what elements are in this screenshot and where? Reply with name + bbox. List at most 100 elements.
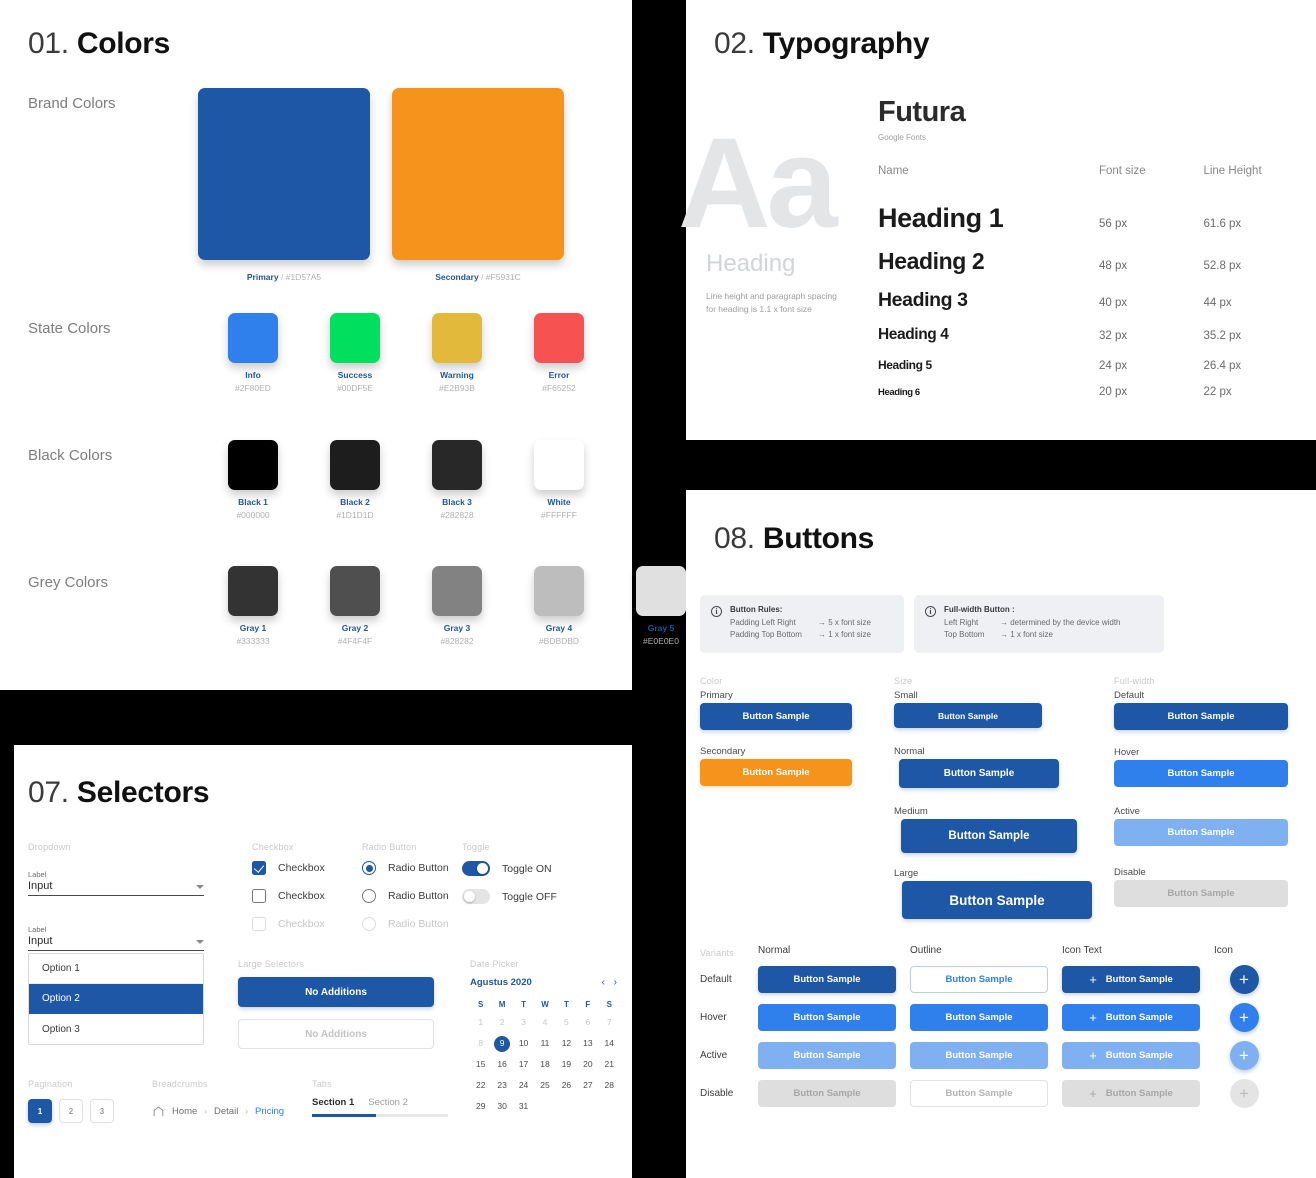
- color-swatch[interactable]: Primary / #1D57A5: [198, 88, 370, 285]
- calendar-day[interactable]: 30: [491, 1098, 512, 1115]
- breadcrumb-item[interactable]: Pricing: [255, 1106, 284, 1117]
- color-swatch[interactable]: Gray 1 #333333: [202, 566, 304, 646]
- calendar-day[interactable]: 29: [470, 1098, 491, 1115]
- dropdown-control[interactable]: Input: [28, 880, 204, 896]
- calendar-day[interactable]: 12: [556, 1035, 577, 1052]
- dropdown-option-list[interactable]: Option 1 Option 2 Option 3: [28, 953, 204, 1045]
- plus-icon-button[interactable]: +: [1229, 1003, 1259, 1032]
- color-swatch[interactable]: Black 2 #1D1D1D: [304, 440, 406, 520]
- button-sample[interactable]: Button Sample: [1114, 880, 1288, 907]
- button-sample[interactable]: Button Sample: [700, 759, 852, 786]
- color-swatch[interactable]: Black 3 #282828: [406, 440, 508, 520]
- button-sample[interactable]: Button Sample: [1114, 760, 1288, 787]
- color-swatch[interactable]: Success #00DF5E: [304, 313, 406, 393]
- next-month-button[interactable]: ›: [611, 977, 620, 988]
- calendar-day[interactable]: 20: [577, 1056, 598, 1073]
- calendar-day[interactable]: 2: [491, 1014, 512, 1031]
- checkbox-row[interactable]: Checkbox: [252, 889, 325, 903]
- checkbox-row[interactable]: Checkbox: [252, 917, 325, 931]
- calendar-day[interactable]: 15: [470, 1056, 491, 1073]
- button-sample[interactable]: Button Sample: [758, 1080, 896, 1107]
- large-selector[interactable]: No Additions: [238, 1019, 434, 1049]
- tab-item[interactable]: Section 2: [368, 1097, 408, 1108]
- radio-input[interactable]: [362, 889, 376, 903]
- button-sample[interactable]: Button Sample: [758, 966, 896, 993]
- plus-icon-button[interactable]: +: [1229, 965, 1259, 994]
- calendar-day[interactable]: 4: [534, 1014, 555, 1031]
- calendar-day[interactable]: 25: [534, 1077, 555, 1094]
- color-swatch[interactable]: White #FFFFFF: [508, 440, 610, 520]
- toggle-switch[interactable]: [462, 861, 490, 876]
- checkbox-input[interactable]: [252, 889, 266, 903]
- calendar-day[interactable]: 28: [599, 1077, 620, 1094]
- pagination-item[interactable]: 1: [28, 1099, 52, 1123]
- button-sample[interactable]: + Button Sample: [1062, 966, 1200, 993]
- prev-month-button[interactable]: ‹: [599, 977, 608, 988]
- dropdown-option[interactable]: Option 3: [29, 1014, 203, 1044]
- date-picker[interactable]: Agustus 2020 ‹ › SMTWTFS 1 2 3 4 5 6 7 8 9 10 11 12…: [470, 977, 620, 1115]
- checkbox-input[interactable]: [252, 861, 266, 875]
- calendar-day[interactable]: 18: [534, 1056, 555, 1073]
- calendar-day[interactable]: 13: [577, 1035, 598, 1052]
- home-icon[interactable]: [152, 1105, 165, 1118]
- radio-row[interactable]: Radio Button: [362, 889, 449, 903]
- button-sample[interactable]: Button Sample: [1114, 703, 1288, 730]
- button-sample[interactable]: Button Sample: [910, 1080, 1048, 1107]
- button-sample[interactable]: + Button Sample: [1062, 1004, 1200, 1031]
- button-sample[interactable]: Button Sample: [894, 703, 1042, 728]
- toggle-row[interactable]: Toggle ON: [462, 861, 557, 876]
- color-swatch[interactable]: Gray 2 #4F4F4F: [304, 566, 406, 646]
- calendar-day[interactable]: 11: [534, 1035, 555, 1052]
- button-sample[interactable]: Button Sample: [700, 703, 852, 730]
- toggle-row[interactable]: Toggle OFF: [462, 889, 557, 904]
- calendar-day[interactable]: 21: [599, 1056, 620, 1073]
- breadcrumb-item[interactable]: Home: [172, 1106, 197, 1117]
- button-sample[interactable]: Button Sample: [758, 1042, 896, 1069]
- large-selector[interactable]: No Additions: [238, 977, 434, 1007]
- calendar-day[interactable]: 22: [470, 1077, 491, 1094]
- checkbox-row[interactable]: Checkbox: [252, 861, 325, 875]
- dropdown-field[interactable]: Label Input: [28, 925, 204, 951]
- calendar-day[interactable]: 3: [513, 1014, 534, 1031]
- breadcrumb-item[interactable]: Detail: [214, 1106, 238, 1117]
- calendar-day[interactable]: 5: [556, 1014, 577, 1031]
- pagination-item[interactable]: 3: [90, 1099, 114, 1123]
- button-sample[interactable]: Button Sample: [901, 819, 1077, 853]
- button-sample[interactable]: + Button Sample: [1062, 1042, 1200, 1069]
- button-sample[interactable]: Button Sample: [899, 759, 1059, 788]
- dropdown-option[interactable]: Option 2: [29, 984, 203, 1014]
- color-swatch[interactable]: Error #F65252: [508, 313, 610, 393]
- color-swatch[interactable]: Gray 3 #828282: [406, 566, 508, 646]
- button-sample[interactable]: Button Sample: [910, 966, 1048, 993]
- button-sample[interactable]: Button Sample: [758, 1004, 896, 1031]
- calendar-day[interactable]: 9: [491, 1035, 512, 1052]
- pagination-item[interactable]: 2: [59, 1099, 83, 1123]
- calendar-day[interactable]: 24: [513, 1077, 534, 1094]
- dropdown-option[interactable]: Option 1: [29, 954, 203, 984]
- calendar-day[interactable]: 31: [513, 1098, 534, 1115]
- color-swatch[interactable]: Warning #E2B93B: [406, 313, 508, 393]
- calendar-day[interactable]: 10: [513, 1035, 534, 1052]
- button-sample[interactable]: Button Sample: [1114, 819, 1288, 846]
- button-sample[interactable]: Button Sample: [910, 1004, 1048, 1031]
- dropdown-field[interactable]: Label Input: [28, 870, 204, 896]
- button-sample[interactable]: Button Sample: [910, 1042, 1048, 1069]
- button-sample[interactable]: + Button Sample: [1062, 1080, 1200, 1107]
- calendar-day[interactable]: 14: [599, 1035, 620, 1052]
- calendar-day[interactable]: 17: [513, 1056, 534, 1073]
- calendar-day[interactable]: 8: [470, 1035, 491, 1052]
- dropdown-control[interactable]: Input: [28, 935, 204, 951]
- tab-item[interactable]: Section 1: [312, 1097, 354, 1108]
- calendar-day[interactable]: 19: [556, 1056, 577, 1073]
- radio-row[interactable]: Radio Button: [362, 917, 449, 931]
- color-swatch[interactable]: Secondary / #F5931C: [392, 88, 564, 285]
- calendar-day[interactable]: 7: [599, 1014, 620, 1031]
- calendar-day[interactable]: 6: [577, 1014, 598, 1031]
- calendar-day[interactable]: 16: [491, 1056, 512, 1073]
- calendar-day[interactable]: 23: [491, 1077, 512, 1094]
- calendar-day[interactable]: 26: [556, 1077, 577, 1094]
- button-sample[interactable]: Button Sample: [902, 881, 1092, 919]
- plus-icon-button[interactable]: +: [1229, 1079, 1259, 1108]
- calendar-day[interactable]: 1: [470, 1014, 491, 1031]
- toggle-switch[interactable]: [462, 889, 490, 904]
